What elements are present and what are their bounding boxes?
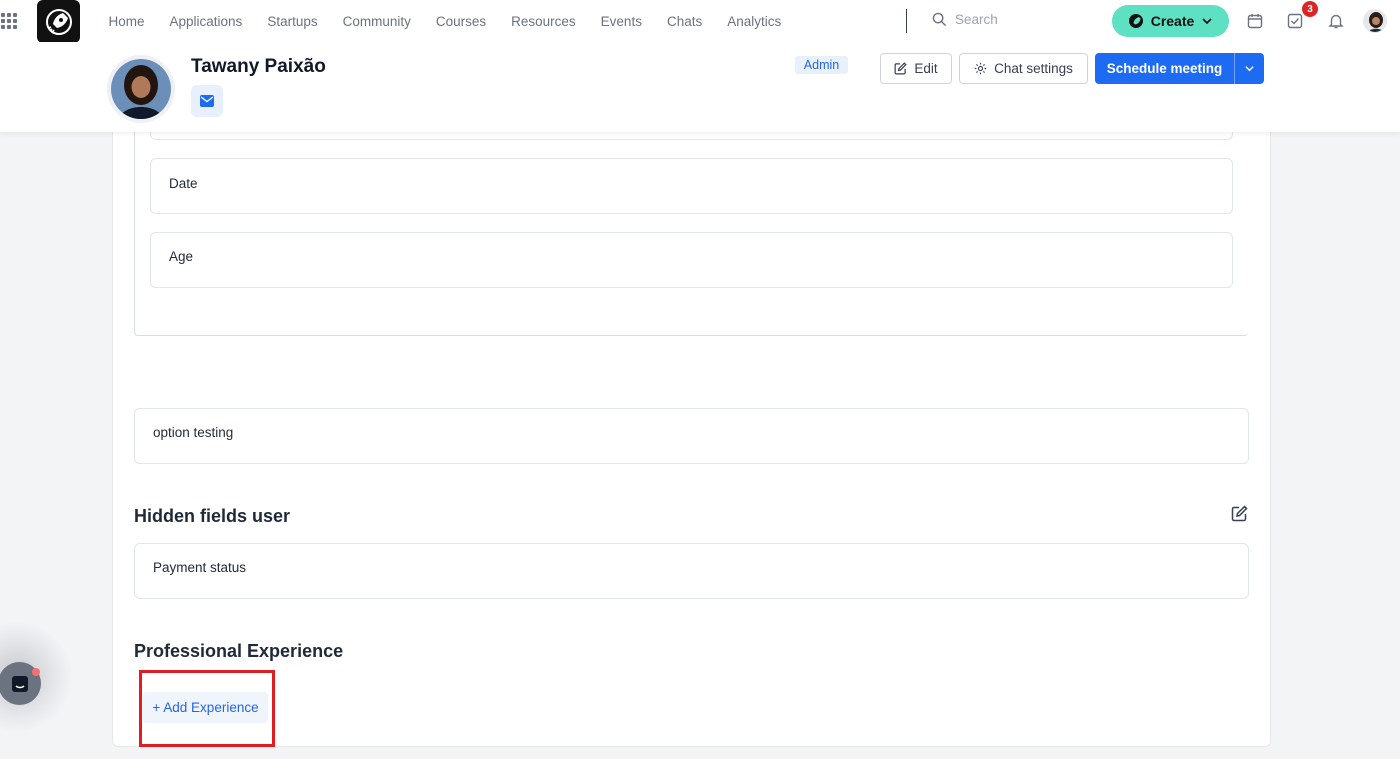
gear-icon [974,62,987,75]
nav-community[interactable]: Community [330,14,423,29]
user-avatar[interactable] [1363,9,1387,33]
nav-analytics[interactable]: Analytics [715,14,794,29]
search-box[interactable]: Search [932,12,998,27]
date-label: Date [169,176,198,191]
create-label: Create [1150,13,1195,29]
highlight-annotation-box [139,670,275,747]
tasks-count-badge: 3 [1302,1,1318,17]
option-testing-label: option testing [153,425,234,440]
role-badge: Admin [795,56,848,74]
nav-resources[interactable]: Resources [499,14,589,29]
send-email-button[interactable] [191,85,223,117]
edit-hidden-fields-icon[interactable] [1231,505,1248,522]
hidden-fields-title: Hidden fields user [134,506,291,526]
chat-icon [11,675,28,692]
edit-label: Edit [914,61,938,76]
chat-settings-label: Chat settings [994,61,1073,76]
main-nav: Home Applications Startups Community Cou… [96,0,794,42]
professional-experience-title: Professional Experience [134,641,344,661]
field-payment-status: Payment status [134,543,1249,599]
profile-avatar [107,55,175,123]
chat-notification-dot [32,668,40,676]
nav-startups[interactable]: Startups [255,14,330,29]
edit-button[interactable]: Edit [880,53,952,84]
nav-chats[interactable]: Chats [654,14,714,29]
field-option-testing: option testing [134,408,1249,464]
search-placeholder: Search [955,12,998,27]
rocket-icon [1128,14,1143,28]
nav-events[interactable]: Events [588,14,654,29]
age-label: Age [169,249,194,264]
edit-icon [894,62,908,75]
payment-status-label: Payment status [153,560,247,575]
apps-grid-icon[interactable] [1,13,17,29]
calendar-icon[interactable] [1246,12,1264,30]
field-date: Date [150,158,1233,214]
nav-divider [906,9,907,33]
search-icon [932,12,947,27]
tasks-icon[interactable] [1286,12,1304,30]
bell-icon[interactable] [1327,12,1345,30]
schedule-dropdown-toggle[interactable] [1234,53,1264,84]
rocket-logo-icon [45,8,72,35]
schedule-meeting-label: Schedule meeting [1106,61,1223,76]
nav-applications[interactable]: Applications [157,14,255,29]
nav-courses[interactable]: Courses [423,14,498,29]
top-navbar: Home Applications Startups Community Cou… [0,0,1400,43]
profile-name: Tawany Paixão [191,56,326,77]
field-age: Age [150,232,1233,288]
create-button[interactable]: Create [1112,5,1229,37]
chevron-down-icon [1245,66,1254,72]
chat-settings-button[interactable]: Chat settings [959,53,1088,84]
app-logo[interactable] [37,0,80,43]
chevron-down-icon [1202,18,1212,25]
mail-icon [200,95,214,107]
nav-home[interactable]: Home [96,14,157,29]
schedule-meeting-button[interactable]: Schedule meeting [1095,53,1264,84]
profile-header: Tawany Paixão Admin Edit Chat settings S… [0,42,1400,132]
